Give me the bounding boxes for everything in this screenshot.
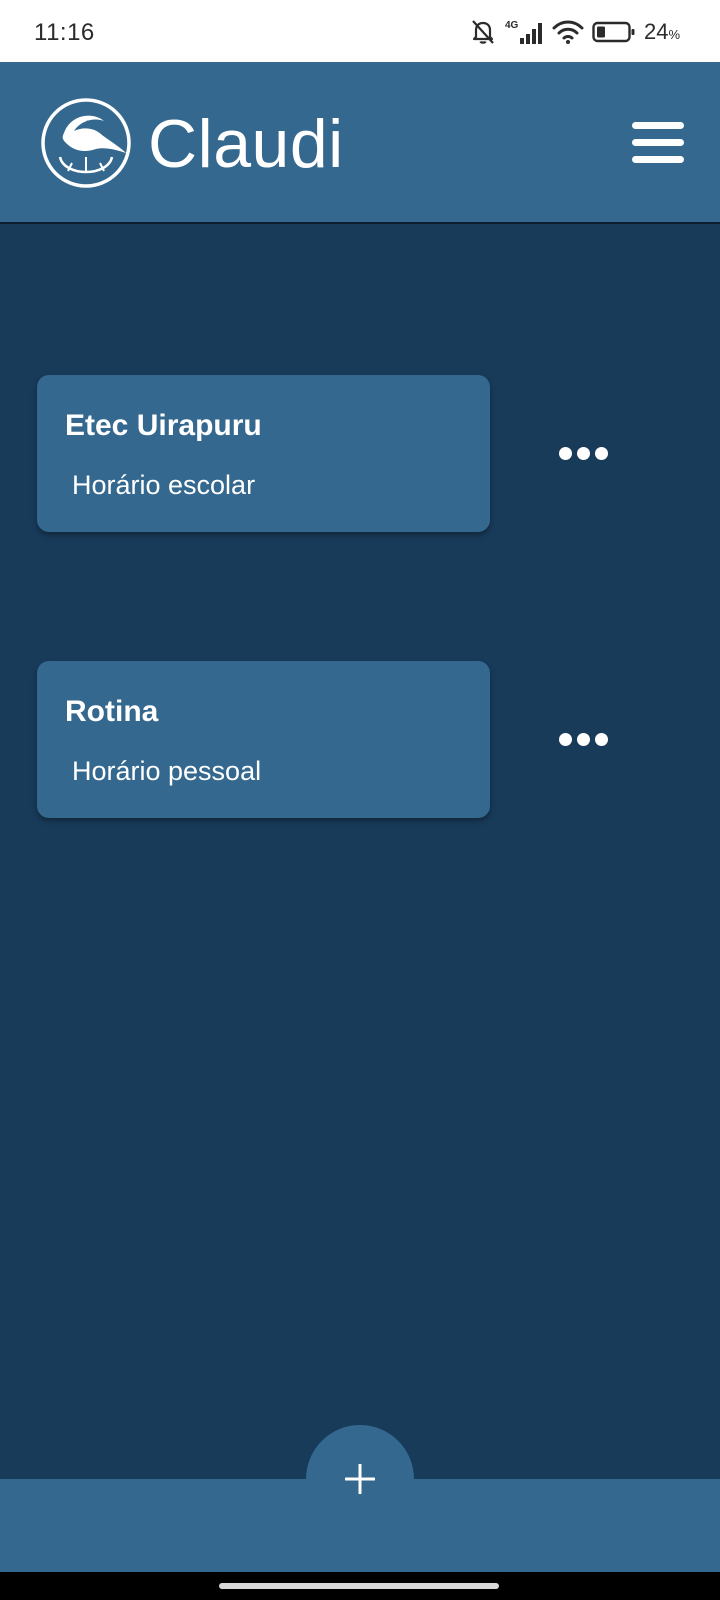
status-time: 11:16 — [34, 19, 95, 46]
add-schedule-button[interactable] — [306, 1425, 414, 1533]
more-horizontal-icon[interactable] — [553, 719, 613, 759]
network-type-label: 4G — [505, 20, 519, 31]
app-header: Claudi — [0, 62, 720, 224]
more-dot — [577, 447, 590, 460]
schedule-card-rotina[interactable]: Rotina Horário pessoal — [37, 661, 490, 818]
status-bar: 11:16 4G 24% — [0, 0, 720, 62]
plus-icon — [345, 1464, 375, 1494]
menu-bar — [632, 122, 684, 129]
schedule-title: Etec Uirapuru — [65, 409, 262, 442]
home-indicator[interactable] — [219, 1583, 499, 1589]
battery-percentage-sign: % — [668, 27, 680, 42]
more-dot — [559, 447, 572, 460]
battery-icon — [592, 20, 636, 44]
bird-globe-logo-icon — [40, 97, 132, 189]
more-dot — [595, 733, 608, 746]
menu-bar — [632, 156, 684, 163]
schedule-card-etec-uirapuru[interactable]: Etec Uirapuru Horário escolar — [37, 375, 490, 532]
more-dot — [595, 447, 608, 460]
hamburger-menu-icon[interactable] — [628, 120, 688, 166]
wifi-icon — [552, 18, 584, 46]
battery-percentage-value: 24 — [643, 19, 669, 44]
schedule-subtitle: Horário escolar — [72, 470, 256, 500]
more-dot — [577, 733, 590, 746]
schedule-title: Rotina — [65, 695, 159, 728]
status-icons: 4G 24% — [470, 18, 680, 46]
bell-muted-icon — [470, 18, 496, 46]
app-title: Claudi — [148, 106, 344, 182]
menu-bar — [632, 139, 684, 146]
system-navigation-bar — [0, 1572, 720, 1600]
schedule-subtitle: Horário pessoal — [72, 756, 262, 786]
more-dot — [559, 733, 572, 746]
battery-percentage: 24% — [644, 19, 680, 45]
signal-4g-icon: 4G — [504, 18, 544, 46]
more-horizontal-icon[interactable] — [553, 433, 613, 473]
